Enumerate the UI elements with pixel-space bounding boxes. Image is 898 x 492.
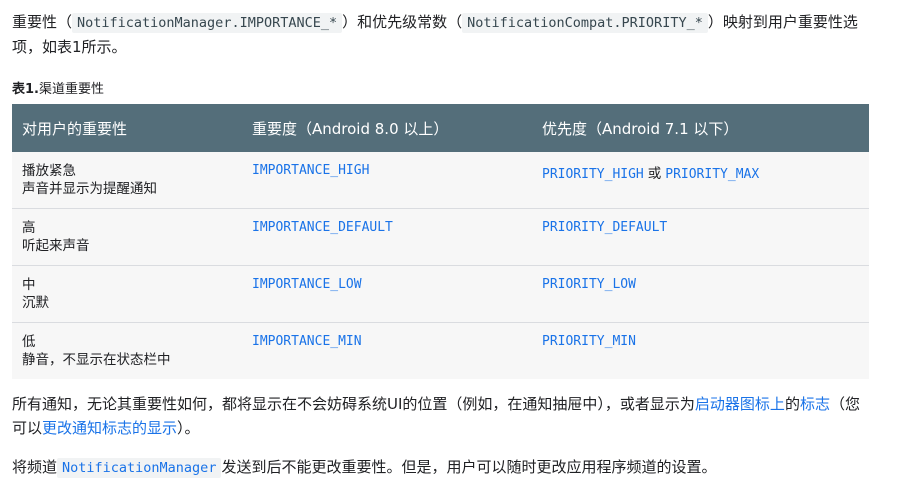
importance-level: 播放紧急	[22, 163, 76, 179]
channel-text-1: 将频道	[12, 458, 58, 476]
header-user-importance: 对用户的重要性	[12, 104, 242, 152]
table-row: 播放紧急 声音并显示为提醒通知 IMPORTANCE_HIGH PRIORITY…	[12, 152, 869, 209]
or-text: 或	[647, 166, 662, 182]
priority-cell: PRIORITY_LOW	[532, 265, 869, 323]
channel-paragraph: 将频道 NotificationManager 发送到后不能更改重要性。但是，用户可…	[12, 455, 874, 480]
importance-cell: IMPORTANCE_MIN	[242, 322, 532, 379]
intro-paragraph: 重要性（ NotificationManager.IMPORTANCE_* ）和优先…	[12, 10, 874, 59]
importance-default-link[interactable]: IMPORTANCE_DEFAULT	[252, 220, 393, 235]
importance-level: 低	[22, 334, 36, 350]
importance-description: 声音并显示为提醒通知	[22, 181, 157, 197]
display-text-4: ）。	[177, 419, 200, 437]
priority-low-link[interactable]: PRIORITY_LOW	[542, 277, 636, 292]
importance-low-link[interactable]: IMPORTANCE_LOW	[252, 277, 362, 292]
importance-description: 听起来声音	[22, 238, 90, 254]
intro-text-2: ）和优先级常数（	[342, 13, 463, 31]
badge-link[interactable]: 标志	[800, 395, 830, 413]
importance-cell: IMPORTANCE_LOW	[242, 265, 532, 323]
change-badge-display-link[interactable]: 更改通知标志的显示	[42, 419, 177, 437]
priority-constant-code: NotificationCompat.PRIORITY_*	[462, 13, 708, 33]
user-importance-cell: 播放紧急 声音并显示为提醒通知	[12, 152, 242, 209]
importance-cell: IMPORTANCE_DEFAULT	[242, 208, 532, 266]
importance-level: 中	[22, 277, 36, 293]
user-importance-cell: 低 静音，不显示在状态栏中	[12, 322, 242, 379]
table-row: 高 听起来声音 IMPORTANCE_DEFAULT PRIORITY_DEFA…	[12, 208, 869, 266]
intro-text-1: 重要性（	[12, 13, 73, 31]
launcher-icon-link[interactable]: 启动器图标上	[695, 395, 785, 413]
priority-high-link[interactable]: PRIORITY_HIGH	[542, 167, 644, 182]
priority-max-link[interactable]: PRIORITY_MAX	[665, 167, 759, 182]
importance-high-link[interactable]: IMPORTANCE_HIGH	[252, 163, 369, 178]
table-caption-label: 表1.	[12, 82, 39, 97]
importance-min-link[interactable]: IMPORTANCE_MIN	[252, 334, 362, 349]
importance-description: 沉默	[22, 295, 49, 311]
priority-default-link[interactable]: PRIORITY_DEFAULT	[542, 220, 667, 235]
importance-table: 对用户的重要性 重要度（Android 8.0 以上） 优先度（Android …	[12, 104, 869, 379]
table-caption-text: 渠道重要性	[38, 82, 104, 97]
table-row: 低 静音，不显示在状态栏中 IMPORTANCE_MIN PRIORITY_MI…	[12, 322, 869, 379]
header-importance: 重要度（Android 8.0 以上）	[242, 104, 532, 152]
table-header-row: 对用户的重要性 重要度（Android 8.0 以上） 优先度（Android …	[12, 104, 869, 152]
header-priority: 优先度（Android 7.1 以下）	[532, 104, 869, 152]
importance-cell: IMPORTANCE_HIGH	[242, 152, 532, 209]
priority-cell: PRIORITY_DEFAULT	[532, 208, 869, 266]
table-row: 中 沉默 IMPORTANCE_LOW PRIORITY_LOW	[12, 265, 869, 323]
display-text-2: 的	[784, 395, 800, 413]
priority-cell: PRIORITY_MIN	[532, 322, 869, 379]
table-caption: 表1.渠道重要性	[12, 78, 104, 97]
user-importance-cell: 高 听起来声音	[12, 208, 242, 266]
user-importance-cell: 中 沉默	[12, 265, 242, 323]
display-text-1: 所有通知，无论其重要性如何，都将显示在不会妨碍系统UI的位置（例如，在通知抽屉中…	[12, 395, 695, 413]
channel-text-2: 发送到后不能更改重要性。但是，用户可以随时更改应用程序频道的设置。	[221, 458, 717, 476]
importance-description: 静音，不显示在状态栏中	[22, 352, 171, 368]
display-paragraph: 所有通知，无论其重要性如何，都将显示在不会妨碍系统UI的位置（例如，在通知抽屉中…	[12, 392, 874, 440]
notification-manager-code[interactable]: NotificationManager	[57, 458, 222, 478]
importance-constant-code: NotificationManager.IMPORTANCE_*	[72, 13, 343, 33]
importance-level: 高	[22, 220, 36, 236]
priority-min-link[interactable]: PRIORITY_MIN	[542, 334, 636, 349]
priority-cell: PRIORITY_HIGH 或 PRIORITY_MAX	[532, 152, 869, 209]
